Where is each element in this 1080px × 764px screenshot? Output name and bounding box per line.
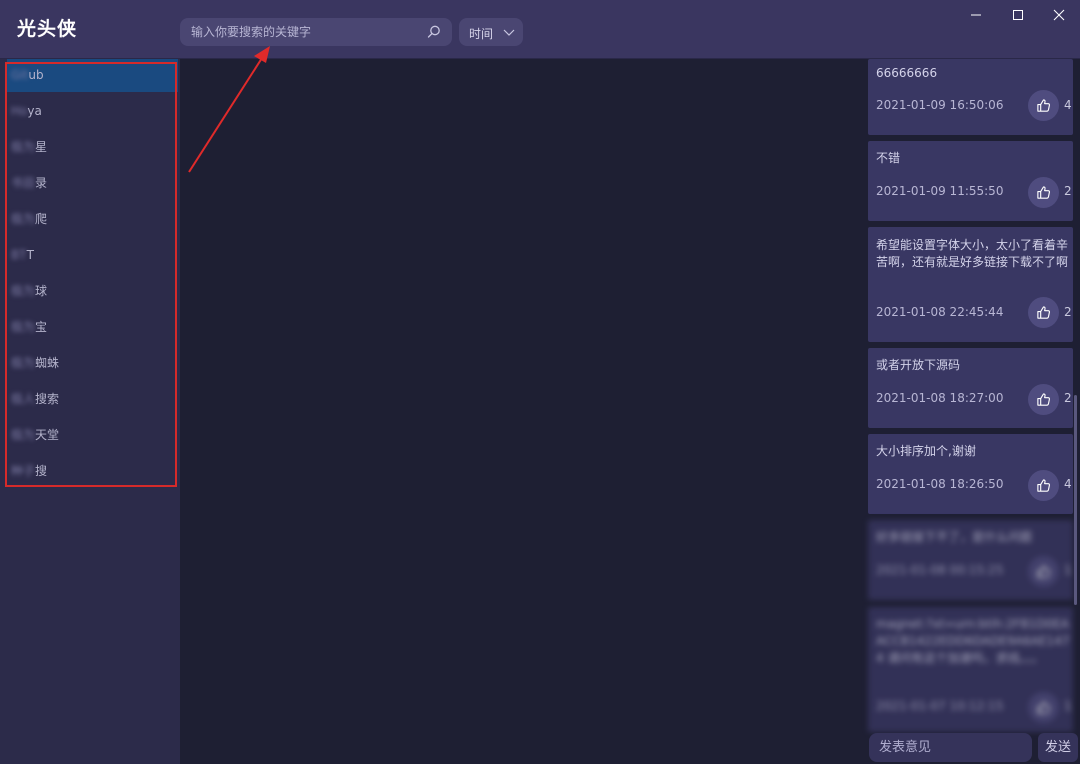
maximize-button[interactable] <box>1003 4 1033 26</box>
like-button[interactable] <box>1028 177 1059 208</box>
sidebar-item[interactable]: 极为爬 <box>7 203 178 236</box>
sidebar-item[interactable]: 极为蜘蛛 <box>7 347 178 380</box>
like-count: 2 <box>1064 184 1072 198</box>
comment-date: 2021-01-07 10:12:15 <box>876 699 1004 713</box>
thumbs-up-icon <box>1037 701 1051 714</box>
sidebar-item[interactable]: 极为天堂 <box>7 419 178 452</box>
title-bar: 光头侠 时间 <box>0 0 1080 59</box>
maximize-icon <box>1013 10 1023 20</box>
comment-card: magnet:?xt=urn:btih:2FB1D0EAACCB1422EDD6… <box>868 607 1073 732</box>
feedback-input[interactable] <box>869 733 1032 762</box>
comment-card: 大小排序加个,谢谢 2021-01-08 18:26:50 4 <box>868 434 1073 514</box>
thumbs-up-icon <box>1037 393 1051 406</box>
comment-card: 好多链接下不了，是什么问题 2021-01-08 00:15:25 1 <box>868 520 1073 600</box>
minimize-icon <box>971 14 981 16</box>
send-button[interactable]: 发送 <box>1038 733 1078 762</box>
search-box[interactable] <box>180 18 452 46</box>
like-button[interactable] <box>1028 692 1059 723</box>
like-button[interactable] <box>1028 297 1059 328</box>
comment-text: 不错 <box>876 151 901 165</box>
sidebar-item[interactable]: Gitub <box>7 59 178 92</box>
like-count: 2 <box>1064 391 1072 405</box>
like-count: 1 <box>1064 699 1072 713</box>
minimize-button[interactable] <box>961 4 991 26</box>
thumbs-up-icon <box>1037 479 1051 492</box>
app-title: 光头侠 <box>17 18 78 40</box>
thumbs-up-icon <box>1037 565 1051 578</box>
like-count: 2 <box>1064 305 1072 319</box>
comment-date: 2021-01-08 18:27:00 <box>876 391 1004 405</box>
sidebar-item[interactable]: Hoya <box>7 95 178 128</box>
comment-text: 66666666 <box>876 66 938 80</box>
sort-select[interactable]: 时间 <box>459 18 523 46</box>
comment-date: 2021-01-08 22:45:44 <box>876 305 1004 319</box>
comment-text: 或者开放下源码 <box>876 358 961 372</box>
like-count: 1 <box>1064 563 1072 577</box>
comment-text: magnet:?xt=urn:btih:2FB1D0EAACCB1422EDD6… <box>876 617 1070 665</box>
sidebar-item[interactable]: 种子搜 <box>7 455 178 488</box>
sidebar-item[interactable]: BTT <box>7 239 178 272</box>
sort-label: 时间 <box>469 27 494 41</box>
sidebar-item[interactable]: 极为球 <box>7 275 178 308</box>
comment-date: 2021-01-08 00:15:25 <box>876 563 1004 577</box>
close-button[interactable] <box>1044 4 1074 26</box>
sidebar: Gitub Hoya 极为星 书目录 极为爬 BTT 极为球 极为宝 极为蜘蛛 … <box>0 59 180 764</box>
comment-card: 不错 2021-01-09 11:55:50 2 <box>868 141 1073 221</box>
comment-text: 好多链接下不了，是什么问题 <box>876 530 1033 544</box>
like-count: 4 <box>1064 98 1072 112</box>
like-button[interactable] <box>1028 90 1059 121</box>
chevron-down-icon <box>503 29 515 36</box>
like-button[interactable] <box>1028 470 1059 501</box>
comment-card: 66666666 2021-01-09 16:50:06 4 <box>868 59 1073 135</box>
comment-date: 2021-01-09 11:55:50 <box>876 184 1004 198</box>
search-icon[interactable] <box>426 24 442 40</box>
close-icon <box>1053 9 1065 21</box>
sidebar-item[interactable]: 书目录 <box>7 167 178 200</box>
comment-card: 希望能设置字体大小，太小了看着辛苦啊，还有就是好多链接下载不了啊 2021-01… <box>868 227 1073 342</box>
comment-text: 大小排序加个,谢谢 <box>876 444 976 458</box>
thumbs-up-icon <box>1037 186 1051 199</box>
sidebar-item[interactable]: 极为星 <box>7 131 178 164</box>
search-input[interactable] <box>180 18 416 46</box>
comment-card: 或者开放下源码 2021-01-08 18:27:00 2 <box>868 348 1073 428</box>
like-button[interactable] <box>1028 556 1059 587</box>
like-count: 4 <box>1064 477 1072 491</box>
sidebar-item[interactable]: 极人搜索 <box>7 383 178 416</box>
comment-text: 希望能设置字体大小，太小了看着辛苦啊，还有就是好多链接下载不了啊 <box>876 238 1069 269</box>
like-button[interactable] <box>1028 384 1059 415</box>
comment-date: 2021-01-08 18:26:50 <box>876 477 1004 491</box>
comment-date: 2021-01-09 16:50:06 <box>876 98 1004 112</box>
sidebar-item[interactable]: 极为宝 <box>7 311 178 344</box>
thumbs-up-icon <box>1037 99 1051 112</box>
comment-panel: 66666666 2021-01-09 16:50:06 4 不错 2021-0… <box>866 59 1080 764</box>
comment-scrollbar[interactable] <box>1074 395 1077 605</box>
thumbs-up-icon <box>1037 306 1051 319</box>
